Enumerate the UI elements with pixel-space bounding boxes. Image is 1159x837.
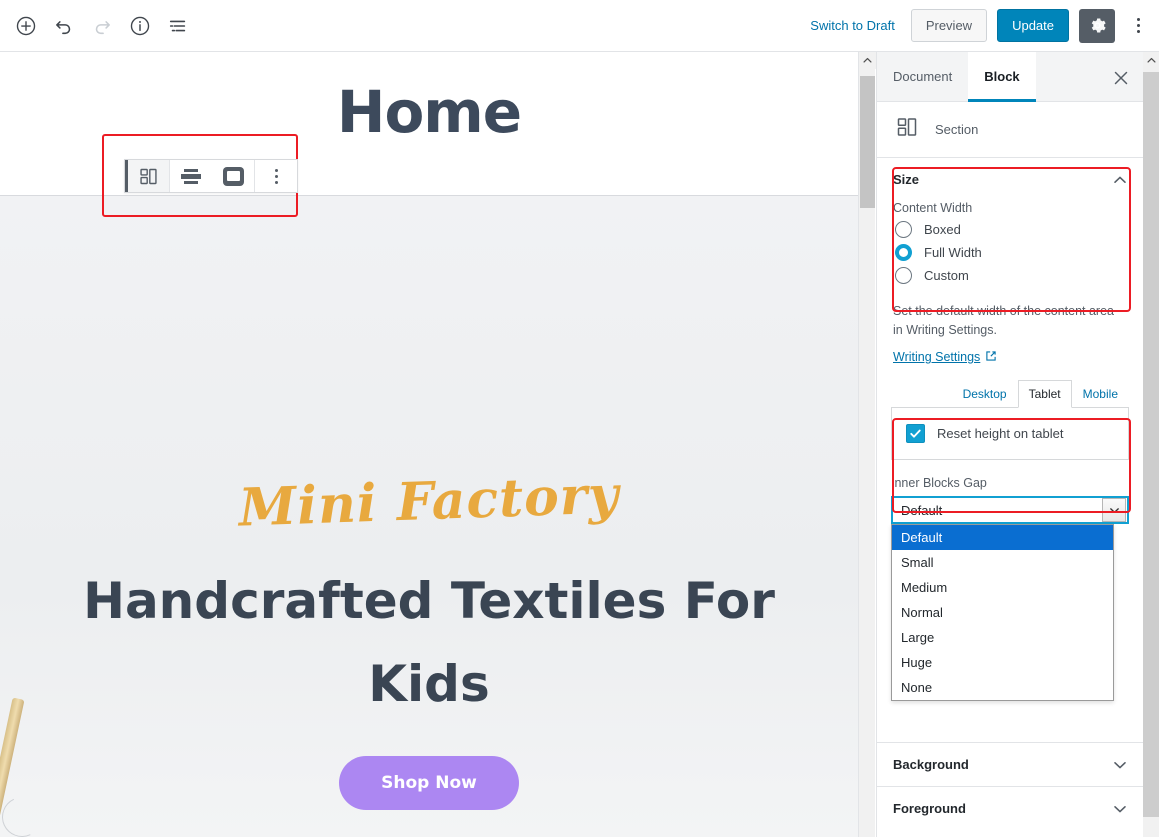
- size-panel-body: Content Width Boxed Full Width Custom: [877, 201, 1143, 302]
- dropdown-option-none[interactable]: None: [892, 675, 1113, 700]
- inner-blocks-gap-select-wrap: Default Default Small Medium Normal Larg…: [891, 496, 1129, 702]
- hero-cta-wrapper: Shop Now: [0, 756, 858, 810]
- reset-height-label: Reset height on tablet: [937, 426, 1064, 442]
- inner-blocks-gap-value: Default: [901, 502, 943, 518]
- chevron-up-icon: [1113, 173, 1127, 187]
- chevron-down-icon: [1113, 758, 1127, 772]
- device-tab-desktop[interactable]: Desktop: [952, 380, 1018, 408]
- radio-icon-boxed: [895, 221, 912, 238]
- inner-blocks-gap-dropdown[interactable]: Default Small Medium Normal Large Huge N…: [891, 524, 1114, 702]
- device-tabs: Desktop Tablet Mobile: [877, 380, 1143, 409]
- alignment-group: [170, 160, 255, 192]
- header-right-actions: Switch to Draft Preview Update: [804, 8, 1159, 43]
- redo-icon: [84, 8, 120, 44]
- chevron-down-icon[interactable]: [1102, 498, 1126, 523]
- section-block-icon[interactable]: [125, 160, 169, 192]
- device-tab-panel: Reset height on tablet: [891, 407, 1129, 461]
- add-block-icon[interactable]: [8, 8, 44, 44]
- align-center-glyph: [181, 168, 201, 184]
- radio-icon-custom: [895, 267, 912, 284]
- size-panel-title: Size: [893, 172, 920, 187]
- radio-label-boxed: Boxed: [924, 222, 961, 237]
- content-width-help-text: Set the default width of the content are…: [893, 304, 1114, 338]
- info-icon[interactable]: [122, 8, 158, 44]
- block-type-group: [125, 160, 170, 192]
- full-width-glyph: [222, 166, 244, 186]
- radio-label-full-width: Full Width: [924, 245, 982, 260]
- chevron-down-icon: [1113, 802, 1127, 816]
- radio-boxed[interactable]: Boxed: [895, 221, 1127, 238]
- vertical-dots: [274, 168, 278, 184]
- tab-document[interactable]: Document: [877, 52, 968, 102]
- settings-sidebar: Document Block Section Size Content Widt…: [876, 52, 1143, 837]
- checkbox-icon-checked: [906, 424, 925, 444]
- external-link-icon: [985, 350, 997, 365]
- align-center-icon[interactable]: [170, 160, 212, 192]
- foreground-panel-header[interactable]: Foreground: [877, 786, 1143, 830]
- list-view-icon[interactable]: [160, 8, 196, 44]
- switch-to-draft-button[interactable]: Switch to Draft: [804, 14, 901, 37]
- header-left-tools: [0, 8, 196, 44]
- block-more-group: [255, 160, 297, 192]
- canvas-scrollbar[interactable]: [858, 52, 876, 837]
- block-name-label: Section: [935, 122, 979, 137]
- dropdown-option-huge[interactable]: Huge: [892, 650, 1113, 675]
- dropdown-option-large[interactable]: Large: [892, 625, 1113, 650]
- section-block-icon: [895, 115, 919, 144]
- content-width-label: Content Width: [893, 201, 973, 215]
- scroll-up-arrow-icon[interactable]: [1143, 52, 1159, 68]
- block-more-options-icon[interactable]: [255, 160, 297, 192]
- selected-block-info: Section: [877, 102, 1143, 158]
- scroll-up-arrow-icon[interactable]: [859, 52, 876, 69]
- preview-button[interactable]: Preview: [910, 9, 988, 42]
- radio-label-custom: Custom: [924, 268, 969, 283]
- size-panel-header[interactable]: Size: [877, 158, 1143, 201]
- inner-blocks-gap-field: Inner Blocks Gap Default Default Small M…: [877, 476, 1143, 702]
- inner-blocks-gap-label: Inner Blocks Gap: [891, 476, 987, 491]
- sidebar-scrollbar-thumb[interactable]: [1143, 72, 1159, 817]
- background-panel-title: Background: [893, 757, 969, 772]
- background-panel-header[interactable]: Background: [877, 742, 1143, 786]
- reset-height-checkbox-row[interactable]: Reset height on tablet: [906, 424, 1114, 444]
- dropdown-option-medium[interactable]: Medium: [892, 575, 1113, 600]
- canvas-scrollbar-thumb[interactable]: [860, 76, 875, 208]
- page-title[interactable]: Home: [0, 78, 858, 146]
- dropdown-option-normal[interactable]: Normal: [892, 600, 1113, 625]
- vertical-dots: [1136, 18, 1140, 33]
- radio-icon-full-width: [895, 244, 912, 261]
- sidebar-tabs: Document Block: [877, 52, 1143, 102]
- writing-settings-link-label: Writing Settings: [893, 350, 981, 365]
- lower-panels: Background Foreground: [877, 742, 1143, 830]
- dropdown-option-small[interactable]: Small: [892, 550, 1113, 575]
- hero-heading[interactable]: Handcrafted Textiles For Kids: [0, 560, 858, 726]
- inner-blocks-gap-select[interactable]: Default: [891, 496, 1129, 525]
- undo-icon[interactable]: [46, 8, 82, 44]
- radio-full-width[interactable]: Full Width: [895, 244, 1127, 261]
- dropdown-option-default[interactable]: Default: [892, 525, 1113, 551]
- editor-header: Switch to Draft Preview Update: [0, 0, 1159, 52]
- gear-icon[interactable]: [1079, 8, 1115, 43]
- tab-block[interactable]: Block: [968, 52, 1036, 102]
- update-button[interactable]: Update: [997, 9, 1069, 42]
- sidebar-scrollbar[interactable]: [1143, 52, 1159, 837]
- hero-section-block[interactable]: Mini Factory Handcrafted Textiles For Ki…: [0, 196, 858, 837]
- full-width-icon[interactable]: [212, 160, 254, 192]
- shop-now-button[interactable]: Shop Now: [339, 756, 519, 810]
- device-tab-mobile[interactable]: Mobile: [1072, 380, 1129, 408]
- foreground-panel-title: Foreground: [893, 801, 966, 816]
- close-icon[interactable]: [1109, 66, 1133, 90]
- more-options-icon[interactable]: [1125, 9, 1151, 43]
- device-tab-tablet[interactable]: Tablet: [1017, 380, 1072, 409]
- writing-settings-link[interactable]: Writing Settings: [893, 350, 997, 365]
- hero-script-text[interactable]: Mini Factory: [0, 456, 858, 547]
- block-toolbar: [124, 159, 298, 193]
- radio-custom[interactable]: Custom: [895, 267, 1127, 284]
